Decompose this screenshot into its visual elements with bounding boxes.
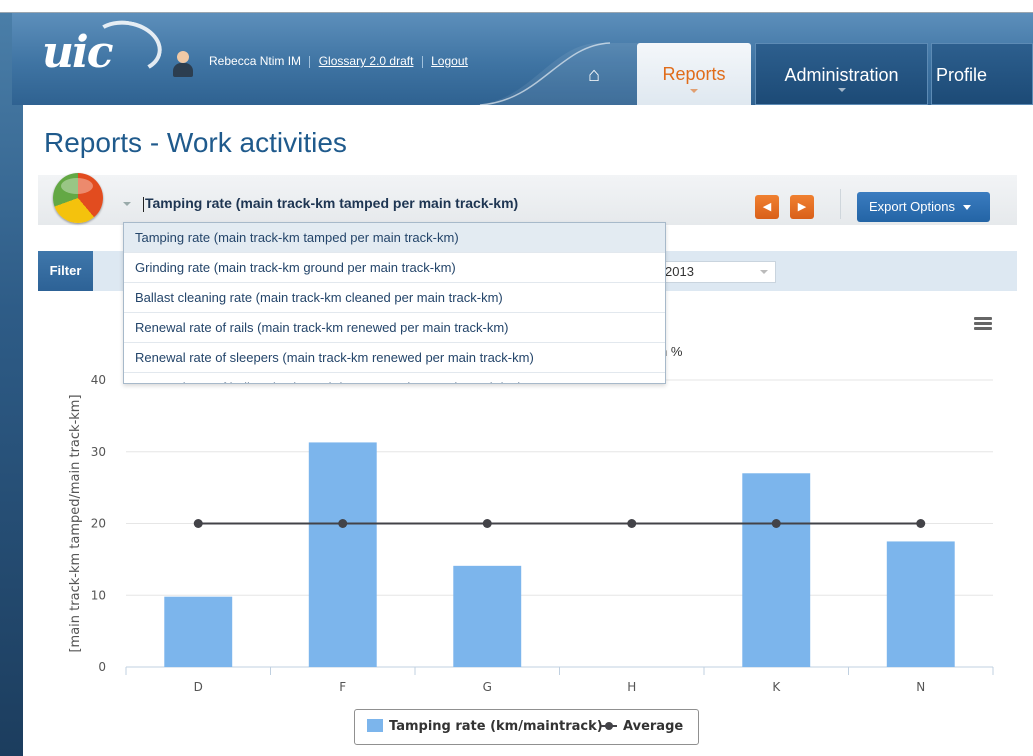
x-tick-label: F [339, 680, 346, 694]
y-tick-label: 10 [91, 588, 106, 602]
user-bar: Rebecca Ntim IM Glossary 2.0 draft Logou… [209, 54, 468, 68]
y-tick-label: 20 [91, 517, 106, 531]
tab-profile-label: Profile [936, 65, 988, 85]
average-point[interactable] [627, 519, 637, 528]
dropdown-option[interactable]: Renewal rate of rails (main track-km ren… [124, 313, 665, 343]
x-tick-label: D [194, 680, 203, 694]
dropdown-option[interactable]: Grinding rate (main track-km ground per … [124, 253, 665, 283]
main-content: Reports - Work activities Tamping rate (… [23, 105, 1033, 756]
average-point[interactable] [771, 519, 781, 528]
dropdown-option[interactable]: Tamping rate (main track-km tamped per m… [124, 223, 665, 253]
legend-item-tamping-rate[interactable]: Tamping rate (km/maintrack) [367, 719, 603, 734]
y-axis-label: [main track-km tamped/main track-km] [68, 394, 83, 652]
y-tick-label: 0 [98, 660, 106, 674]
y-tick-label: 30 [91, 445, 106, 459]
legend-swatch [367, 719, 383, 732]
chart: 0 10 20 30 40 [main track-km tamped/main trac… [68, 373, 994, 694]
user-avatar-icon [172, 51, 194, 77]
tab-profile[interactable]: Profile [931, 43, 1033, 105]
bar[interactable] [308, 442, 377, 667]
tab-reports-label: Reports [662, 64, 726, 84]
chevron-down-icon [837, 88, 846, 92]
home-icon[interactable]: ⌂ [574, 55, 614, 95]
average-point[interactable] [338, 519, 348, 528]
x-tick-label: G [483, 680, 492, 694]
x-tick-label: H [627, 680, 636, 694]
bar[interactable] [886, 541, 955, 667]
legend-label: Tamping rate (km/maintrack) [389, 719, 603, 734]
glossary-link[interactable]: Glossary 2.0 draft [319, 54, 414, 68]
dropdown-option[interactable]: Ballast cleaning rate (main track-km cle… [124, 283, 665, 313]
user-name: Rebecca Ntim IM [209, 54, 302, 68]
tab-reports[interactable]: Reports [637, 43, 751, 105]
report-dropdown: Tamping rate (main track-km tamped per m… [123, 222, 666, 384]
bar[interactable] [453, 565, 522, 667]
legend-label: Average [623, 719, 684, 734]
bar[interactable] [742, 473, 811, 667]
chart-legend: Tamping rate (km/maintrack) Average [354, 709, 699, 745]
x-tick-label: K [772, 680, 781, 694]
average-point[interactable] [482, 519, 492, 528]
average-point[interactable] [916, 519, 926, 528]
x-tick-label: N [916, 680, 925, 694]
y-tick-label: 40 [91, 373, 106, 387]
legend-marker [601, 722, 617, 730]
tab-administration[interactable]: Administration [755, 43, 928, 105]
legend-item-average[interactable]: Average [601, 719, 683, 734]
dropdown-option[interactable]: Renewal rate of sleepers (main track-km … [124, 343, 665, 373]
dropdown-option[interactable]: Renewal rate of ballast (main track-km r… [124, 373, 665, 383]
bar[interactable] [164, 596, 233, 667]
average-point[interactable] [193, 519, 203, 528]
chevron-down-icon [690, 89, 698, 93]
logout-link[interactable]: Logout [431, 54, 468, 68]
tab-administration-label: Administration [784, 65, 899, 85]
window-top-strip [0, 0, 1033, 13]
